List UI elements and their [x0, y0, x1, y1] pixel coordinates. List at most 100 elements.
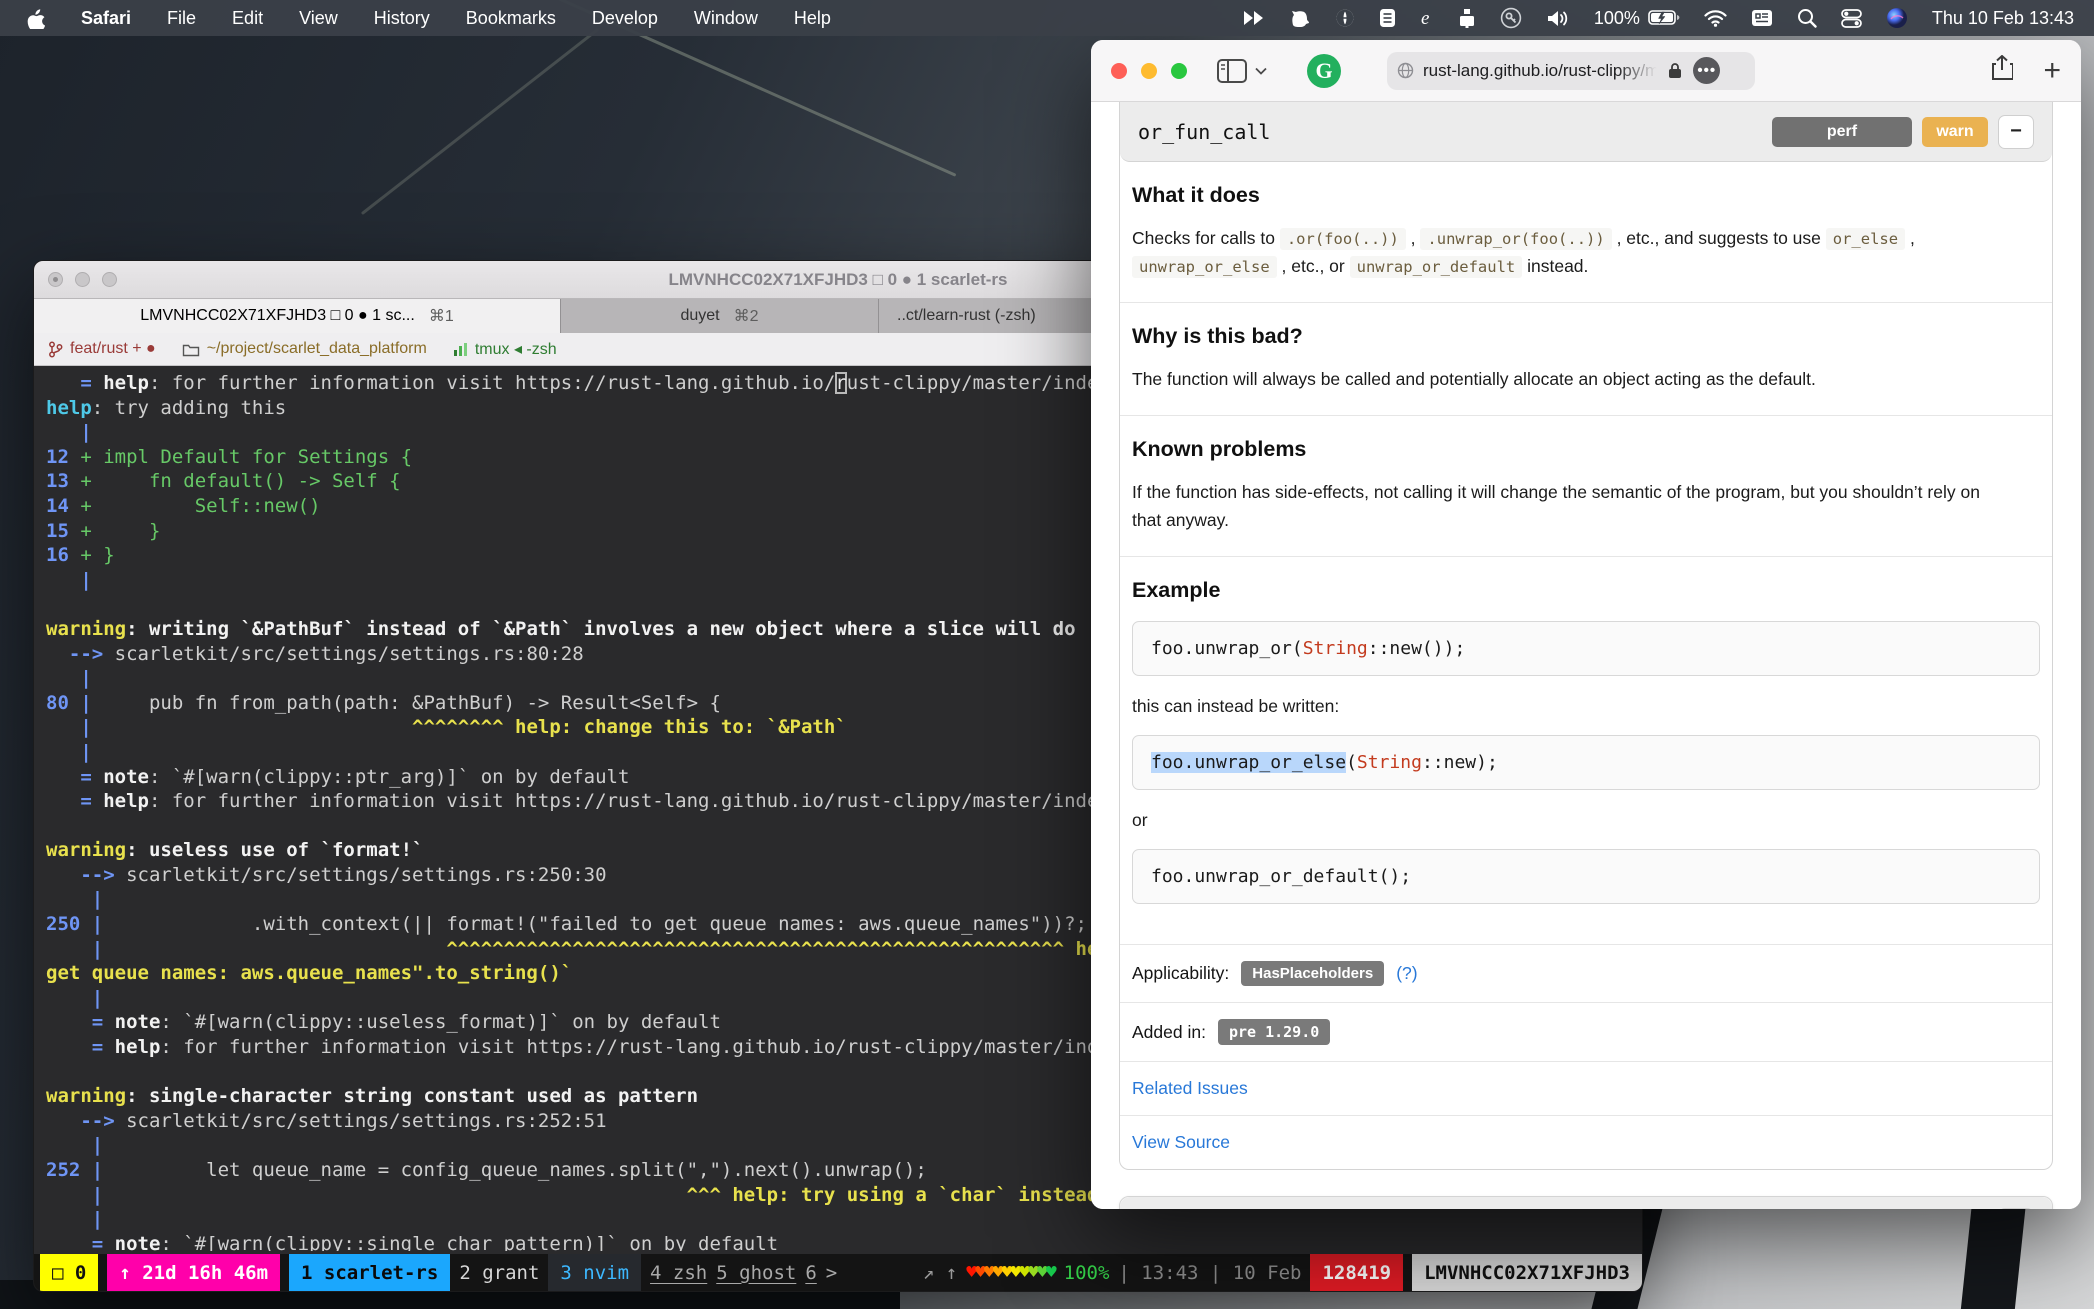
added-in-row: Added in: pre 1.29.0 — [1120, 1002, 2052, 1061]
applicability-help-link[interactable]: (?) — [1396, 963, 1417, 984]
tmux-session-badge: □ 0 — [40, 1254, 98, 1291]
menu-items: Safari File Edit View History Bookmarks Develo… — [81, 8, 831, 29]
terminal-line: = note: `#[warn(clippy::single_char_patt… — [46, 1232, 1642, 1251]
section-body: The function will always be called and p… — [1132, 365, 1992, 393]
section-heading: What it does — [1132, 183, 2040, 208]
tmux-window-2[interactable]: 2 grant — [459, 1262, 539, 1284]
menu-item-safari[interactable]: Safari — [81, 8, 131, 29]
url-text[interactable]: rust-lang.github.io/rust-clippy/m — [1423, 61, 1659, 81]
selected-code-text: foo.unwrap_or_else — [1151, 752, 1346, 773]
tmux-active-window: 1 scarlet-rs — [289, 1254, 450, 1291]
svg-text:e: e — [1421, 8, 1429, 28]
related-issues-row: Related Issues — [1120, 1061, 2052, 1115]
lock-icon — [1668, 62, 1682, 79]
share-button[interactable] — [1991, 55, 2013, 86]
volume-icon[interactable] — [1546, 9, 1570, 28]
lint-header[interactable]: or_fun_call perf warn − — [1120, 102, 2052, 162]
safari-toolbar: G rust-lang.github.io/rust-clippy/m ••• … — [1091, 40, 2081, 102]
page-content: or_fun_call perf warn − What it does Che… — [1091, 102, 2081, 1209]
code-block: foo.unwrap_or(String::new()); — [1132, 621, 2040, 676]
menu-bar: Safari File Edit View History Bookmarks Develo… — [0, 0, 2094, 36]
script-e-icon[interactable]: e — [1420, 8, 1434, 28]
lint-name: or_fun_call — [1138, 120, 1270, 144]
tmux-status-bar: □ 0↑ 21d 16h 46m1 scarlet-rs2 grant3 nvi… — [34, 1254, 1642, 1291]
wifi-icon[interactable] — [1704, 10, 1727, 27]
more-options-icon[interactable]: ••• — [1693, 57, 1720, 84]
lint-group-badge: perf — [1772, 117, 1912, 147]
animal-icon[interactable] — [1289, 8, 1311, 28]
drive-icon[interactable] — [1458, 8, 1476, 28]
battery-status[interactable]: 100% — [1594, 8, 1680, 29]
control-center-icon[interactable] — [1841, 8, 1862, 29]
menu-item-edit[interactable]: Edit — [232, 8, 263, 29]
inline-code: or_else — [1826, 228, 1905, 250]
menu-item-window[interactable]: Window — [694, 8, 758, 29]
view-source-row: View Source — [1120, 1115, 2052, 1169]
input-source-icon[interactable] — [1751, 9, 1773, 27]
added-in-label: Added in: — [1132, 1022, 1206, 1043]
chevron-down-icon — [1255, 67, 1267, 75]
shell-indicator: tmux ◂ -zsh — [453, 339, 557, 359]
tab-label: duyet — [680, 307, 719, 325]
inline-code: .or(foo(..)) — [1280, 228, 1406, 250]
applicability-row: Applicability: HasPlaceholders (?) — [1120, 944, 2052, 1002]
tmux-hostname-badge: LMVNHCC02X71XFJHD3 — [1412, 1254, 1642, 1291]
tmux-uptime-badge: ↑ 21d 16h 46m — [107, 1254, 280, 1291]
wallpaper-detail — [361, 28, 599, 215]
section-body: Checks for calls to .or(foo(..)) , .unwr… — [1132, 224, 1992, 280]
menu-item-file[interactable]: File — [167, 8, 196, 29]
menu-item-bookmarks[interactable]: Bookmarks — [466, 8, 556, 29]
view-source-link[interactable]: View Source — [1132, 1132, 1230, 1153]
example-text: or — [1132, 810, 2040, 831]
terminal-tab-2[interactable]: duyet⌘2 — [561, 299, 879, 333]
sidebar-toggle-button[interactable] — [1217, 59, 1267, 83]
notes-icon[interactable] — [1379, 8, 1396, 28]
zoom-button[interactable] — [1171, 63, 1187, 79]
apple-menu-icon[interactable] — [26, 7, 45, 29]
why-is-this-bad-section: Why is this bad? The function will alway… — [1120, 302, 2052, 415]
example-text: this can instead be written: — [1132, 696, 2040, 717]
applicability-badge: HasPlaceholders — [1241, 961, 1384, 986]
tmux-window-5[interactable]: 5 ghost — [716, 1262, 796, 1284]
address-bar[interactable]: rust-lang.github.io/rust-clippy/m ••• — [1387, 52, 1755, 90]
code-type-token: String — [1357, 752, 1422, 773]
siri-icon[interactable] — [1886, 7, 1908, 29]
lint-header[interactable]: unnecessary_lazy_evaluations style warn … — [1120, 1197, 2052, 1209]
related-issues-link[interactable]: Related Issues — [1132, 1078, 1248, 1099]
section-heading: Example — [1132, 578, 2040, 603]
expand-button[interactable]: + — [1998, 1208, 2034, 1209]
minimize-button[interactable] — [1141, 63, 1157, 79]
applicability-label: Applicability: — [1132, 963, 1229, 984]
new-tab-button[interactable]: + — [2043, 56, 2061, 86]
known-problems-section: Known problems If the function has side-… — [1120, 415, 2052, 556]
tmux-clock: | 13:43 | 10 Feb — [1118, 1262, 1301, 1284]
terminal-line: | — [46, 1207, 1642, 1232]
tab-label: LMVNHCC02X71XFJHD3 □ 0 ● 1 sc... — [140, 307, 415, 325]
lint-panel-or-fun-call: or_fun_call perf warn − What it does Che… — [1119, 102, 2053, 1170]
grammarly-extension-icon[interactable]: G — [1307, 54, 1341, 88]
terminal-tab-1[interactable]: LMVNHCC02X71XFJHD3 □ 0 ● 1 sc...⌘1 — [34, 299, 561, 333]
spotlight-icon[interactable] — [1797, 8, 1817, 28]
collapse-button[interactable]: − — [1998, 115, 2034, 149]
code-block: foo.unwrap_or_else(String::new); — [1132, 735, 2040, 790]
close-button[interactable] — [1111, 63, 1127, 79]
keychain-icon[interactable] — [1500, 7, 1522, 29]
menu-item-help[interactable]: Help — [794, 8, 831, 29]
website-globe-icon — [1397, 62, 1414, 79]
inline-code: unwrap_or_else — [1132, 256, 1277, 278]
menu-item-history[interactable]: History — [374, 8, 430, 29]
tmux-window-6[interactable]: 6 — [805, 1262, 816, 1284]
menu-item-develop[interactable]: Develop — [592, 8, 658, 29]
network-arrows-indicator: ↗ ↑ — [923, 1262, 957, 1284]
code-block: foo.unwrap_or_default(); — [1132, 849, 2040, 904]
fast-forward-icon[interactable] — [1243, 9, 1265, 27]
section-heading: Why is this bad? — [1132, 324, 2040, 349]
tmux-window-4[interactable]: 4 zsh — [650, 1262, 707, 1284]
globe-icon[interactable] — [1335, 8, 1355, 28]
menu-bar-clock[interactable]: Thu 10 Feb 13:43 — [1932, 8, 2074, 29]
tmux-prompt-char: > — [826, 1262, 837, 1284]
example-section: Example foo.unwrap_or(String::new()); th… — [1120, 556, 2052, 944]
battery-hearts-indicator: ♥♥♥♥♥♥♥♥♥♥ — [966, 1262, 1054, 1283]
version-badge: pre 1.29.0 — [1218, 1019, 1330, 1045]
menu-item-view[interactable]: View — [299, 8, 338, 29]
